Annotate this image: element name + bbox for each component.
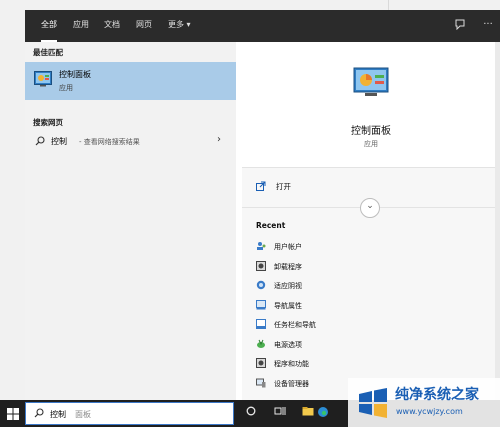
search-icon — [34, 408, 44, 418]
task-view-icon[interactable] — [273, 406, 287, 420]
web-result-keyword: 控制 — [51, 137, 67, 146]
watermark-url: www.ycwjzy.com — [396, 407, 463, 416]
watermark-logo-icon — [359, 388, 387, 418]
device-manager-icon — [256, 378, 266, 388]
uninstall-icon — [256, 261, 266, 271]
control-panel-icon — [353, 67, 389, 96]
recent-heading: Recent — [256, 221, 286, 230]
recent-item-label: 卸载程序 — [274, 263, 302, 271]
best-match-type: 应用 — [59, 84, 73, 92]
chevron-down-icon: ▾ — [184, 20, 191, 29]
divider — [242, 167, 500, 168]
navigation-properties-icon — [256, 300, 266, 310]
filter-tab-bar: 全部 应用 文档 网页 更多 ▾ ··· — [25, 10, 500, 42]
tab-apps[interactable]: 应用 — [73, 10, 89, 42]
display-icon — [256, 280, 266, 290]
search-panel: 全部 应用 文档 网页 更多 ▾ ··· 最佳匹配 控制面板 应用 搜索网页 控… — [25, 10, 500, 400]
preview-app-type: 应用 — [364, 140, 378, 148]
recent-item-label: 适应阴视 — [274, 282, 302, 290]
results-list: 最佳匹配 控制面板 应用 搜索网页 控制 - 查看网络搜索结果 › — [25, 42, 236, 400]
recent-item-label: 导航属性 — [274, 302, 302, 310]
tab-documents[interactable]: 文档 — [104, 10, 120, 42]
chevron-down-icon: ⌄ — [366, 201, 374, 211]
search-autocomplete-text: 面板 — [75, 410, 91, 419]
cortana-icon[interactable] — [244, 406, 258, 420]
tab-more-label: 更多 — [168, 20, 184, 29]
search-icon — [35, 136, 45, 146]
windows-start-icon[interactable] — [7, 408, 19, 420]
file-explorer-icon[interactable] — [301, 406, 315, 420]
web-search-result[interactable]: 控制 - 查看网络搜索结果 › — [25, 132, 236, 152]
recent-item-label: 用户帐户 — [274, 243, 302, 251]
more-options-icon[interactable]: ··· — [481, 18, 495, 32]
search-typed-text: 控制 — [50, 410, 66, 419]
edge-browser-icon[interactable] — [316, 406, 330, 420]
watermark-title: 纯净系统之家 — [395, 387, 479, 403]
web-result-suffix: - 查看网络搜索结果 — [79, 138, 140, 146]
recent-item-label: 程序和功能 — [274, 360, 309, 368]
taskbar-icon — [256, 319, 266, 329]
site-watermark: 纯净系统之家 www.ycwjzy.com — [348, 378, 500, 427]
web-search-heading: 搜索网页 — [33, 118, 63, 127]
best-match-name: 控制面板 — [59, 70, 91, 79]
tab-web[interactable]: 网页 — [136, 10, 152, 42]
best-match-heading: 最佳匹配 — [33, 48, 63, 57]
chevron-right-icon: › — [217, 134, 221, 145]
power-options-icon — [257, 339, 265, 348]
recent-item-label: 任务栏和导航 — [274, 321, 316, 329]
feedback-icon[interactable] — [453, 18, 467, 32]
best-match-item[interactable]: 控制面板 应用 — [25, 62, 236, 100]
control-panel-icon — [34, 71, 52, 87]
preview-app-name: 控制面板 — [351, 126, 391, 137]
preview-pane: 控制面板 应用 打开 ⌄ Recent 用户帐户 卸载程序 适应阴视 导航属性 … — [242, 42, 500, 400]
expand-button[interactable]: ⌄ — [360, 198, 380, 218]
tab-all[interactable]: 全部 — [41, 10, 57, 42]
taskbar-search-input[interactable]: 控制 面板 — [25, 402, 234, 425]
user-accounts-icon — [257, 242, 266, 250]
programs-features-icon — [256, 358, 266, 368]
scrollbar[interactable] — [495, 42, 500, 400]
recent-item-label: 电源选项 — [274, 341, 302, 349]
recent-item-label: 设备管理器 — [274, 380, 309, 388]
tab-more[interactable]: 更多 ▾ — [168, 10, 191, 42]
open-label: 打开 — [276, 182, 291, 191]
preview-header: 控制面板 应用 — [242, 42, 500, 167]
open-icon — [256, 181, 266, 191]
